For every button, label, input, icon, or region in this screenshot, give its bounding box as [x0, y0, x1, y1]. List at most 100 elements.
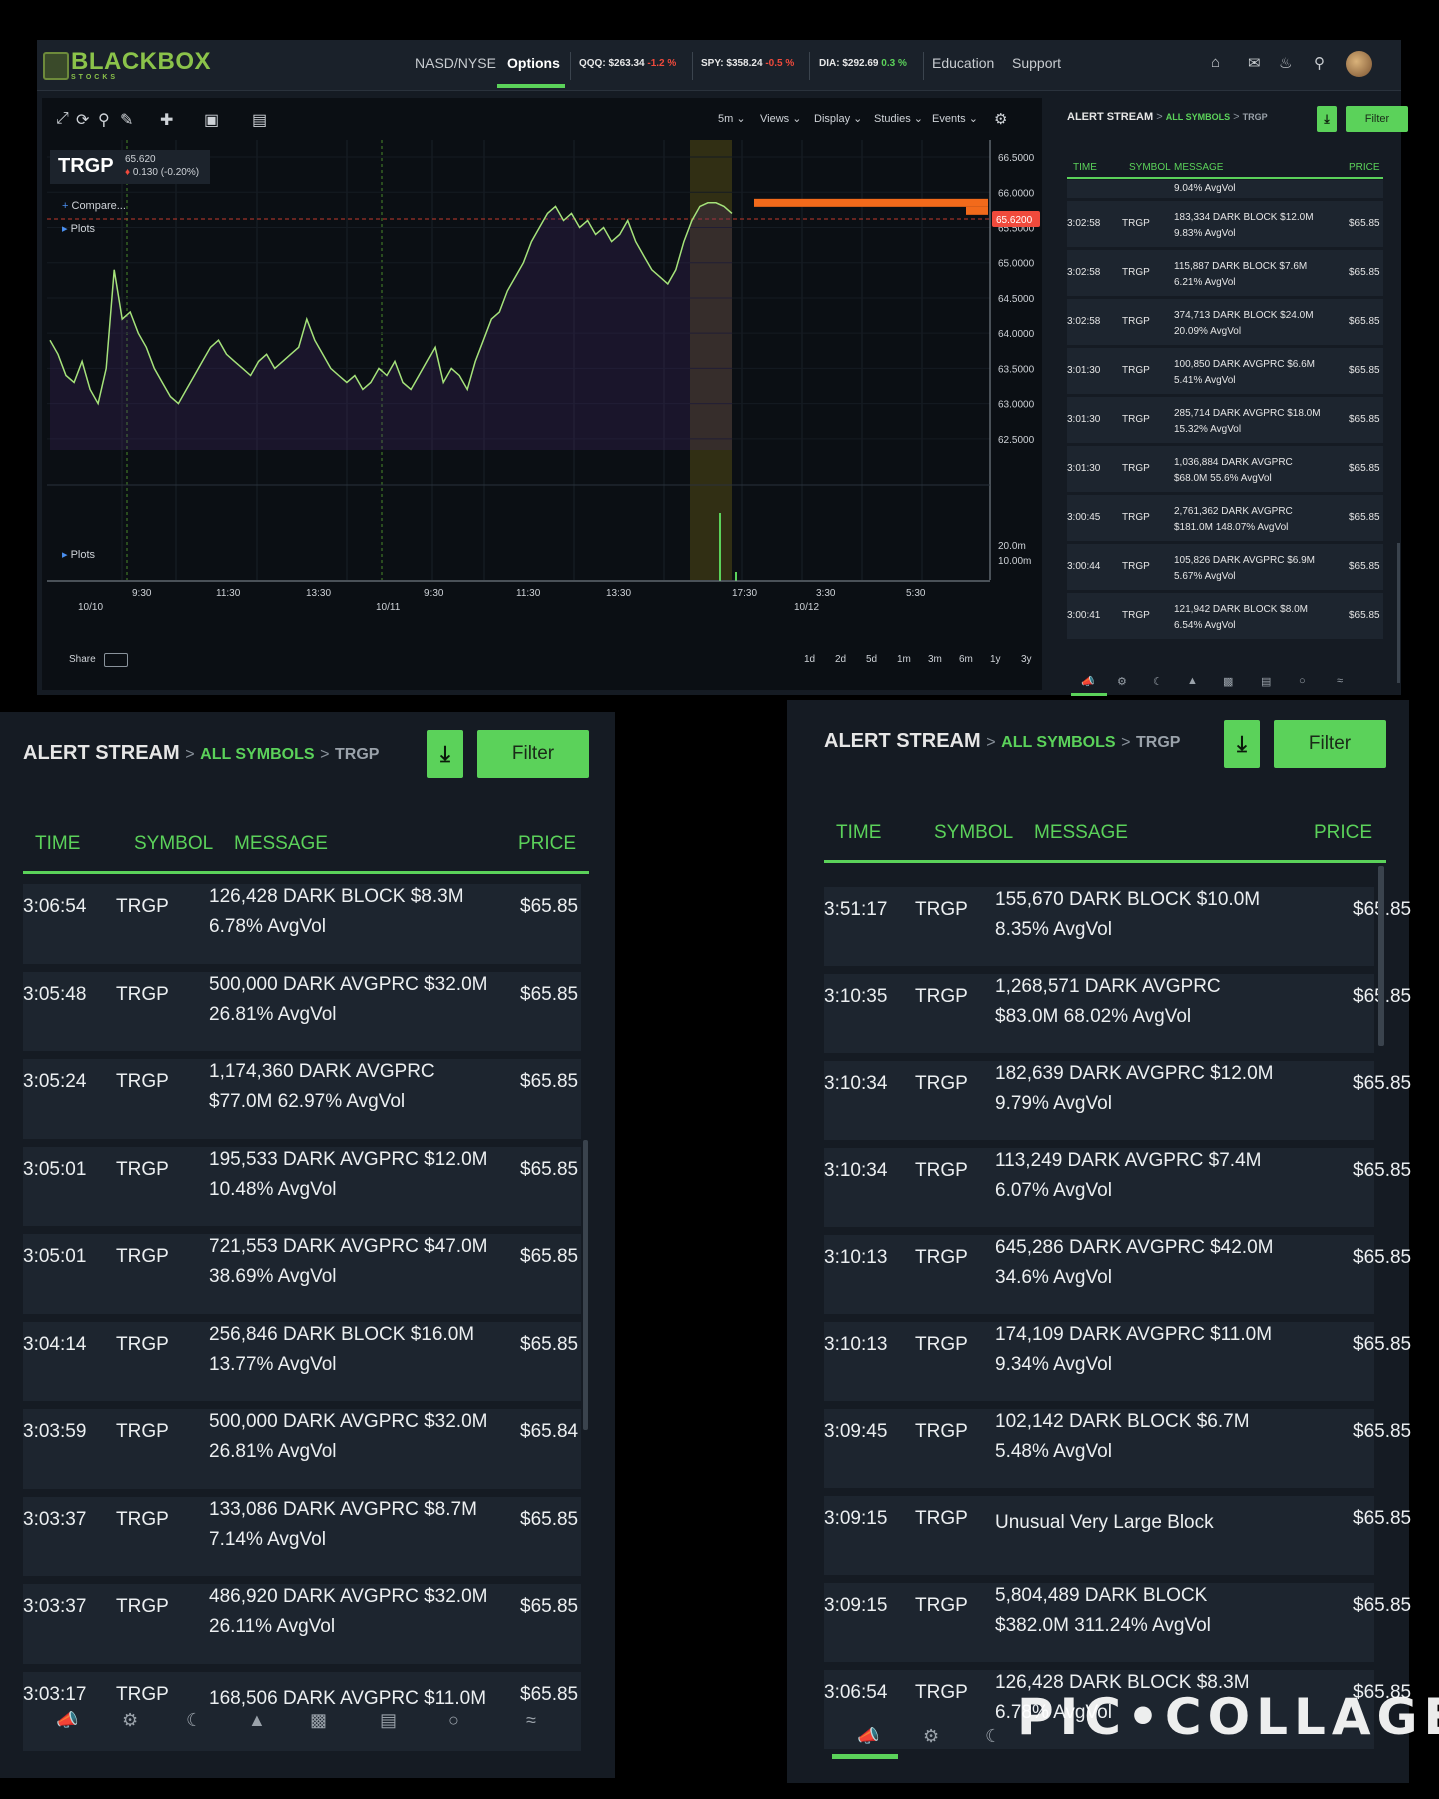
row-time: 3:05:01 — [23, 1158, 87, 1180]
header-underline — [824, 860, 1386, 863]
gear-icon[interactable]: ⚙ — [1117, 675, 1127, 688]
row-time: 3:05:48 — [23, 983, 87, 1005]
avatar[interactable] — [1346, 51, 1372, 77]
row-message: 121,942 DARK BLOCK $8.0M 6.54% AvgVol — [1174, 604, 1308, 631]
row-message: 256,846 DARK BLOCK $16.0M 13.77% AvgVol — [209, 1323, 475, 1375]
moon-icon[interactable]: ☾ — [1153, 675, 1163, 688]
news-icon[interactable]: ▤ — [380, 1710, 397, 1731]
row-time: 3:00:45 — [1067, 512, 1101, 523]
flame-icon[interactable]: ▲ — [248, 1710, 266, 1731]
filter-button[interactable]: Filter — [1346, 106, 1408, 132]
list-item[interactable]: 3:00:45 TRGP 2,761,362 DARK AVGPRC $181.0M … — [1067, 495, 1383, 541]
refresh-icon[interactable]: ⟳ — [76, 110, 89, 130]
list-item[interactable]: 3:02:58 TRGP 115,887 DARK BLOCK $7.6M 6.21%… — [1067, 250, 1383, 296]
flow-icon[interactable]: ≈ — [1337, 675, 1343, 687]
nav-education[interactable]: Education — [932, 55, 994, 71]
list-item[interactable]: 3:02:58 TRGP 374,713 DARK BLOCK $24.0M 20.0… — [1067, 299, 1383, 345]
studies-menu[interactable]: Studies ⌄ — [874, 112, 923, 125]
range-6m[interactable]: 6m — [959, 654, 973, 665]
chat-icon[interactable]: ○ — [448, 1710, 459, 1731]
ticker-qqq: QQQ: $263.34 -1.2 % — [579, 58, 677, 69]
list-item-partial[interactable]: 9.04% AvgVol — [1067, 180, 1383, 198]
comment-icon[interactable]: ▣ — [204, 110, 219, 130]
events-menu[interactable]: Events ⌄ — [932, 112, 978, 125]
bar-chart-icon[interactable]: ▩ — [310, 1710, 327, 1731]
range-1m[interactable]: 1m — [897, 654, 911, 665]
zoom-icon[interactable]: ⚲ — [98, 110, 110, 130]
row-symbol: TRGP — [116, 896, 169, 917]
row-symbol: TRGP — [915, 1073, 968, 1094]
row-price: $65.85 — [1353, 1508, 1412, 1529]
nav-options[interactable]: Options — [507, 55, 560, 71]
scrollbar[interactable] — [1378, 866, 1384, 1046]
bar-chart-icon[interactable]: ▩ — [1223, 675, 1233, 688]
search-icon[interactable]: ⚲ — [1314, 54, 1325, 72]
flow-icon[interactable]: ≈ — [526, 1710, 536, 1731]
nav-support[interactable]: Support — [1012, 55, 1061, 71]
x-tick-label: 11:30 — [216, 588, 241, 599]
list-item[interactable]: 3:01:30 TRGP 100,850 DARK AVGPRC $6.6M 5.41… — [1067, 348, 1383, 394]
plots-toggle-volume[interactable]: ▸ Plots — [62, 548, 95, 561]
layout-icon[interactable]: ▤ — [252, 110, 267, 130]
nav-nasd-nyse[interactable]: NASD/NYSE — [415, 55, 496, 71]
row-message: 105,826 DARK AVGPRC $6.9M 5.67% AvgVol — [1174, 555, 1315, 582]
interval-select[interactable]: 5m ⌄ — [718, 112, 746, 125]
mail-icon[interactable]: ✉ — [1248, 54, 1261, 72]
plots-toggle[interactable]: ▸ Plots — [62, 222, 95, 235]
brand-name[interactable]: BLACKBOX — [71, 48, 211, 76]
filter-button[interactable]: Filter — [1274, 720, 1386, 768]
x-tick-label: 13:30 — [306, 588, 331, 599]
share-link[interactable]: Share — [69, 654, 96, 665]
price-chart[interactable]: 66.500066.000065.500065.000064.500064.00… — [42, 140, 1042, 610]
moon-icon[interactable]: ☾ — [985, 1726, 1001, 1747]
gear-icon[interactable]: ⚙ — [994, 110, 1007, 128]
row-symbol: TRGP — [1122, 610, 1150, 621]
views-menu[interactable]: Views ⌄ — [760, 112, 801, 125]
filter-button[interactable]: Filter — [477, 730, 589, 778]
row-time: 3:05:24 — [23, 1071, 87, 1092]
range-1y[interactable]: 1y — [990, 654, 1001, 665]
crosshair-icon[interactable]: ✚ — [160, 110, 173, 130]
list-item[interactable]: 3:02:58 TRGP 183,334 DARK BLOCK $12.0M 9.83… — [1067, 201, 1383, 247]
range-2d[interactable]: 2d — [835, 654, 846, 665]
nav-active-indicator — [497, 84, 565, 88]
bell-icon[interactable]: ♨ — [1279, 54, 1292, 72]
draw-icon[interactable]: ✎ — [120, 110, 133, 130]
chat-icon[interactable]: ○ — [1299, 675, 1306, 687]
list-item[interactable]: 3:00:41 TRGP 121,942 DARK BLOCK $8.0M 6.54%… — [1067, 593, 1383, 639]
scrollbar[interactable] — [1397, 543, 1400, 683]
row-price: $65.85 — [1353, 1247, 1412, 1268]
news-icon[interactable]: ▤ — [1261, 675, 1271, 688]
alerts-tab-icon[interactable]: 📣 — [1081, 675, 1095, 688]
range-3y[interactable]: 3y — [1021, 654, 1032, 665]
row-price: $65.85 — [1349, 463, 1380, 474]
gear-icon[interactable]: ⚙ — [923, 1726, 939, 1747]
download-button[interactable]: ⤓ — [1317, 106, 1337, 132]
list-item[interactable]: 3:00:44 TRGP 105,826 DARK AVGPRC $6.9M 5.67… — [1067, 544, 1383, 590]
range-3m[interactable]: 3m — [928, 654, 942, 665]
range-5d[interactable]: 5d — [866, 654, 877, 665]
gear-icon[interactable]: ⚙ — [122, 1710, 138, 1731]
download-button[interactable]: ⤓ — [1224, 720, 1260, 768]
list-item[interactable]: 3:01:30 TRGP 1,036,884 DARK AVGPRC $68.0M 5… — [1067, 446, 1383, 492]
alerts-tab-icon[interactable]: 📣 — [56, 1710, 78, 1731]
scrollbar[interactable] — [583, 1140, 588, 1430]
flame-icon[interactable]: ▲ — [1187, 675, 1198, 687]
row-price: $65.85 — [1353, 1334, 1412, 1355]
row-price: $65.85 — [520, 1071, 579, 1092]
fullscreen-icon[interactable]: ⤢ — [56, 110, 69, 128]
keyboard-icon[interactable] — [104, 653, 128, 667]
alerts-tab-icon[interactable]: 📣 — [857, 1726, 879, 1747]
display-menu[interactable]: Display ⌄ — [814, 112, 862, 125]
active-tab-indicator — [1071, 693, 1107, 696]
date-label: 10/10 — [78, 602, 103, 610]
list-item[interactable]: 3:01:30 TRGP 285,714 DARK AVGPRC $18.0M 15.… — [1067, 397, 1383, 443]
download-button[interactable]: ⤓ — [427, 730, 463, 778]
moon-icon[interactable]: ☾ — [186, 1710, 202, 1731]
date-label: 10/12 — [794, 602, 819, 610]
home-icon[interactable]: ⌂ — [1211, 54, 1220, 71]
range-1d[interactable]: 1d — [804, 654, 815, 665]
compare-link[interactable]: + Compare... — [62, 200, 126, 212]
chart-price: 65.620 — [125, 154, 156, 165]
row-symbol: TRGP — [116, 983, 169, 1005]
